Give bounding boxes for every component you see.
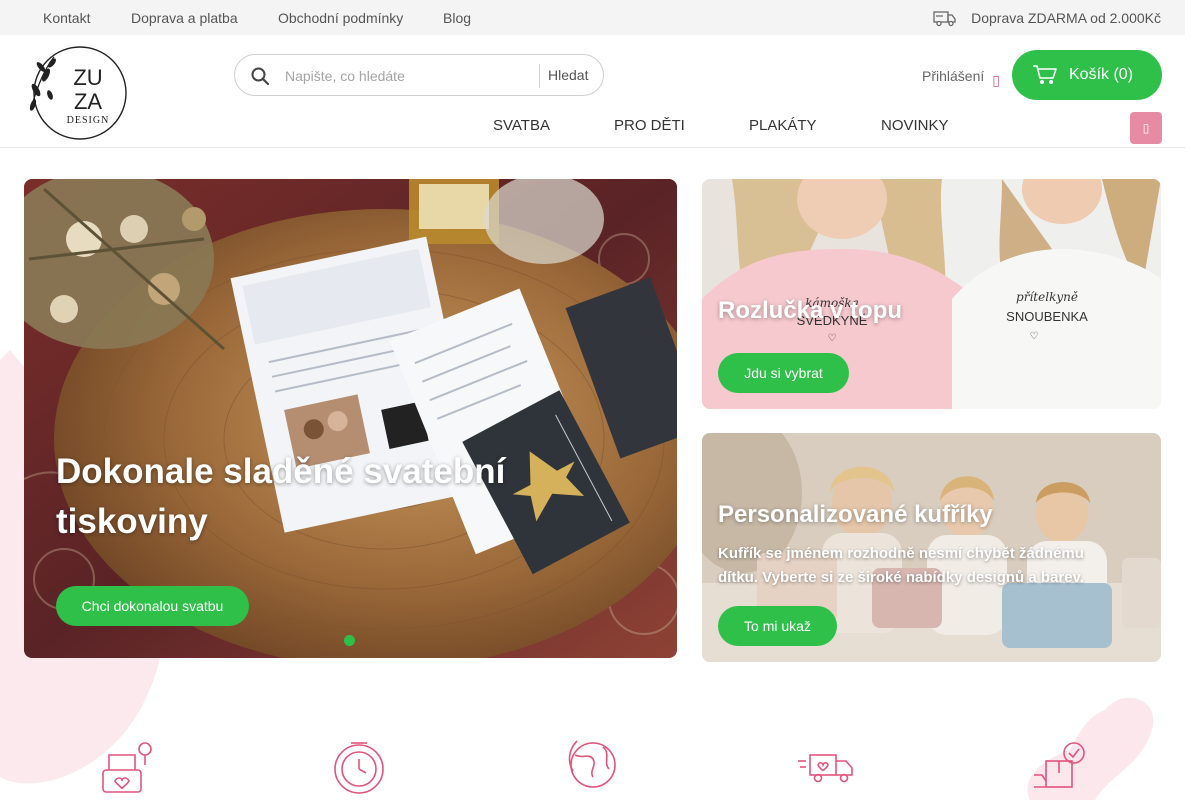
free-shipping-text: Doprava ZDARMA od 2.000Kč: [971, 10, 1161, 26]
topbar-link-terms[interactable]: Obchodní podmínky: [278, 10, 403, 26]
topbar-link-blog[interactable]: Blog: [443, 10, 471, 26]
stopwatch-icon: [329, 735, 389, 800]
shopping-cart-icon: [1033, 65, 1057, 84]
handmade-gift-icon: [95, 735, 155, 800]
login-link[interactable]: Přihlášení ▯: [922, 67, 1000, 89]
search-button[interactable]: Hledat: [548, 67, 588, 83]
search-icon[interactable]: [250, 66, 270, 86]
menu-icon[interactable]: ▯: [1130, 112, 1162, 144]
shirt-right-top-text: přítelkyně: [1016, 290, 1078, 304]
svg-text:♡: ♡: [828, 333, 837, 344]
search-input[interactable]: [285, 66, 525, 86]
logo-line-3: DESIGN: [67, 115, 110, 126]
decorative-heart-right: [1027, 697, 1154, 800]
package-check-icon: [1030, 735, 1090, 800]
user-icon: ▯: [992, 72, 1000, 88]
search-divider: [539, 64, 540, 88]
eco-globe-icon: [563, 735, 623, 800]
search-bar: Hledat: [234, 54, 604, 96]
login-label: Přihlášení: [922, 67, 985, 84]
promo2-title: Personalizované kufříky: [718, 501, 993, 528]
promo-card-rozlucka[interactable]: kámoška SVEDKYNĚ ♡ přítelkyně SNOUBENKA …: [702, 179, 1161, 409]
promo-card-kufriky[interactable]: Personalizované kufříky Kufřík se jménem…: [702, 433, 1161, 662]
hero-slider[interactable]: Dokonale sladěné svatební tiskoviny Chci…: [24, 179, 677, 658]
svg-text:♡: ♡: [1030, 331, 1039, 342]
shirt-right-bottom-text: SNOUBENKA: [1006, 309, 1088, 324]
hero-title: Dokonale sladěné svatební tiskoviny: [56, 452, 506, 541]
delivery-truck-icon: [933, 11, 956, 27]
nav-item-pro-deti[interactable]: PRO DĚTI: [614, 117, 685, 134]
nav-item-novinky[interactable]: NOVINKY: [881, 117, 949, 134]
cart-label: Košík (0): [1069, 66, 1134, 83]
nav-item-plakaty[interactable]: PLAKÁTY: [749, 117, 817, 134]
topbar-link-contact[interactable]: Kontakt: [43, 10, 90, 26]
topbar-link-shipping[interactable]: Doprava a platba: [131, 10, 238, 26]
slide-dot[interactable]: [344, 635, 355, 646]
cart-button[interactable]: Košík (0): [1012, 50, 1162, 100]
nav-item-svatba[interactable]: SVATBA: [493, 117, 550, 134]
hero-cta-button[interactable]: Chci dokonalou svatbu: [56, 586, 249, 626]
promo1-button[interactable]: Jdu si vybrat: [718, 353, 849, 393]
fast-delivery-icon: [796, 735, 856, 800]
promo2-text: Kufřík se jménem rozhodně nesmí chybět ž…: [718, 545, 1084, 586]
top-bar: Kontakt Doprava a platba Obchodní podmín…: [0, 0, 1185, 35]
zuza-design-logo[interactable]: ZU ZA DESIGN: [24, 45, 136, 141]
site-header: ZU ZA DESIGN Hledat Přihlášení ▯ Košík (…: [0, 35, 1185, 148]
promo1-title: Rozlučka v topu: [718, 297, 903, 324]
free-shipping-info: Doprava ZDARMA od 2.000Kč: [933, 9, 1161, 27]
promo2-button[interactable]: To mi ukaž: [718, 606, 837, 646]
logo-line-2: ZA: [74, 89, 102, 114]
logo-line-1: ZU: [73, 65, 102, 90]
